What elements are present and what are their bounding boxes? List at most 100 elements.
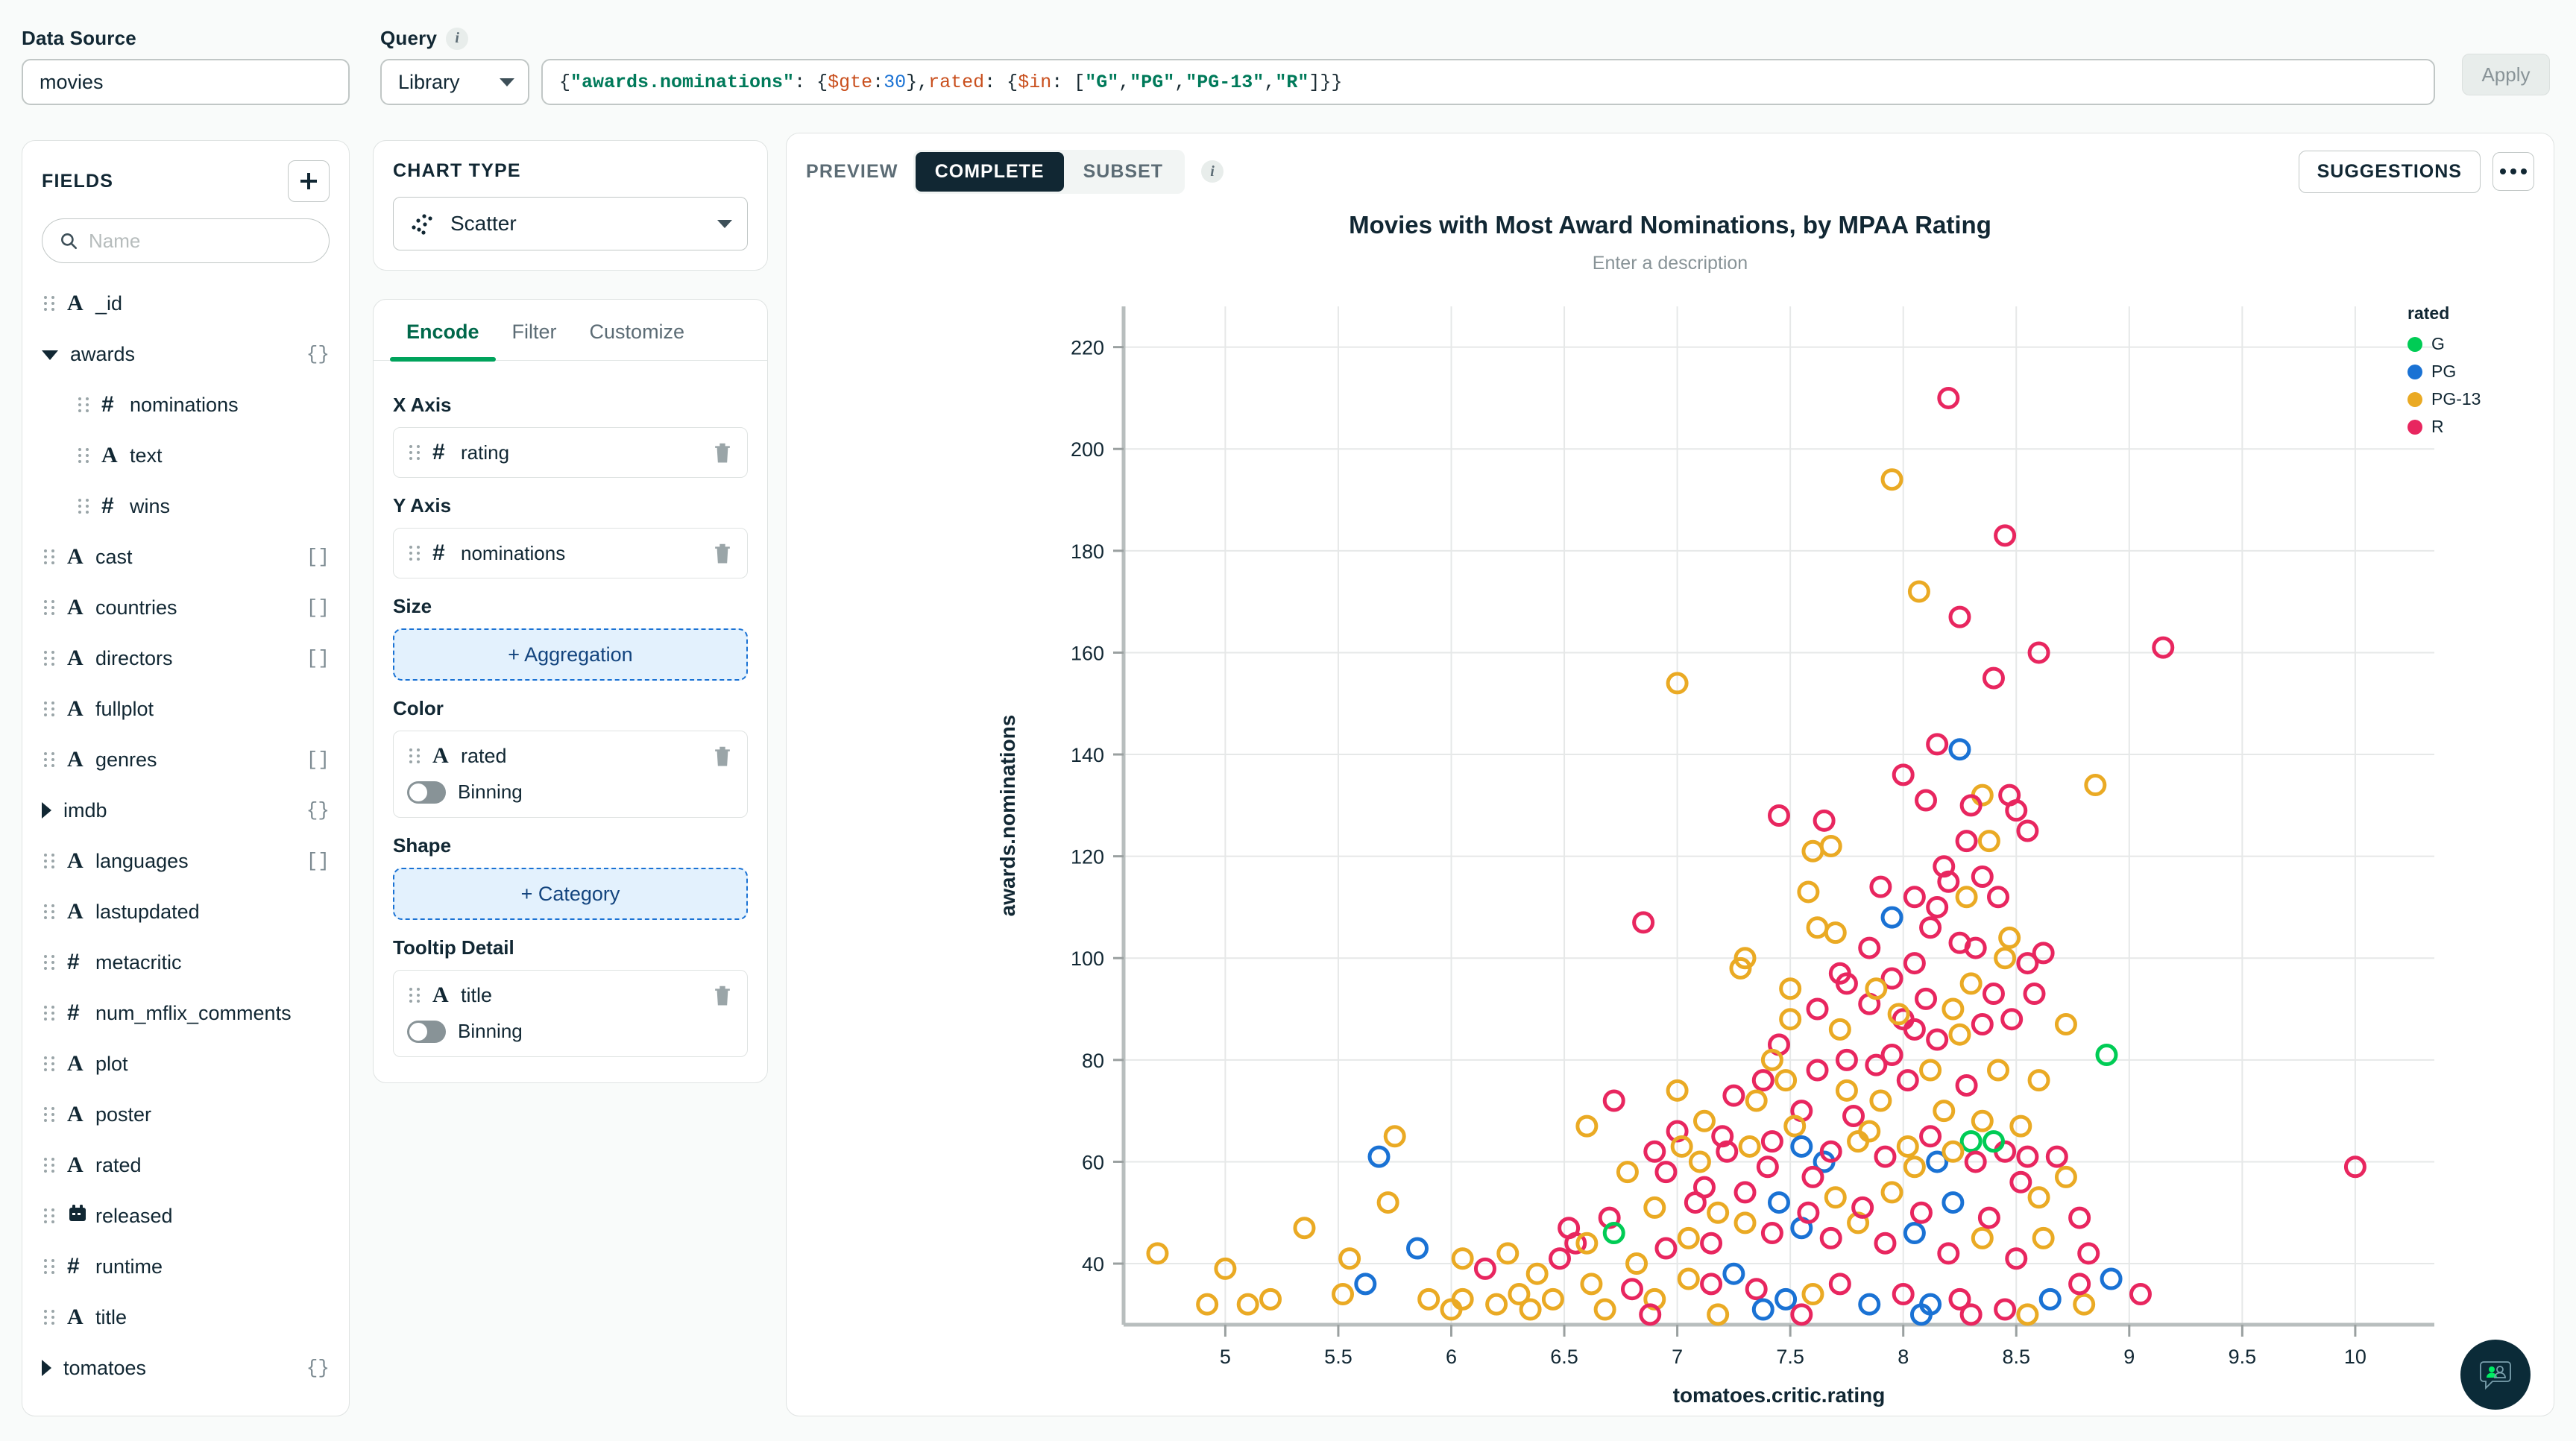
query-input[interactable]: {"awards.nominations": {$gte: 30}, rated…	[541, 59, 2435, 105]
scatter-point[interactable]	[1722, 1262, 1745, 1285]
scatter-point[interactable]	[1955, 1073, 1978, 1097]
drag-handle-icon[interactable]	[42, 750, 58, 769]
tab-encode[interactable]: Encode	[390, 300, 496, 362]
scatter-point[interactable]	[1955, 886, 1978, 909]
scatter-point[interactable]	[1806, 997, 1829, 1021]
scatter-point[interactable]	[1987, 886, 2010, 909]
scatter-point[interactable]	[1907, 580, 1930, 603]
scatter-point[interactable]	[1236, 1293, 1259, 1316]
chart-type-select[interactable]: Scatter	[393, 197, 748, 250]
drag-handle-icon[interactable]	[42, 953, 58, 972]
scatter-point[interactable]	[1451, 1287, 1474, 1311]
scatter-point[interactable]	[1926, 733, 1949, 756]
field-item-rated[interactable]: Arated	[22, 1140, 349, 1191]
scatter-point[interactable]	[1959, 794, 1983, 817]
data-source-input[interactable]: movies	[22, 59, 350, 105]
scatter-point[interactable]	[1977, 830, 2000, 853]
scatter-point[interactable]	[1819, 1226, 1842, 1249]
scatter-point[interactable]	[2027, 1186, 2050, 1209]
scatter-point[interactable]	[1874, 1145, 1897, 1168]
tooltip-binning-toggle[interactable]	[407, 1020, 446, 1043]
drag-handle-icon[interactable]	[42, 1105, 58, 1124]
add-field-button[interactable]	[288, 160, 330, 202]
field-item-poster[interactable]: Aposter	[22, 1089, 349, 1140]
scatter-point[interactable]	[1948, 738, 1971, 761]
drag-handle-icon[interactable]	[42, 598, 58, 617]
scatter-point[interactable]	[1593, 1298, 1616, 1321]
scatter-point[interactable]	[1654, 1237, 1678, 1260]
drag-handle-icon[interactable]	[42, 1155, 58, 1175]
scatter-point[interactable]	[1942, 1140, 1965, 1163]
chat-support-button[interactable]	[2460, 1340, 2531, 1410]
scatter-point[interactable]	[1801, 1165, 1824, 1188]
field-item-title[interactable]: Atitle	[22, 1292, 349, 1343]
field-item-cast[interactable]: Acast []	[22, 532, 349, 582]
scatter-point[interactable]	[1903, 952, 1926, 975]
drag-handle-icon[interactable]	[407, 443, 423, 462]
scatter-point[interactable]	[1654, 1161, 1678, 1184]
scatter-point[interactable]	[1332, 1283, 1355, 1306]
scatter-point[interactable]	[1937, 1242, 1960, 1265]
scatter-point[interactable]	[1707, 1201, 1730, 1224]
scatter-point[interactable]	[1874, 1232, 1897, 1255]
scatter-point[interactable]	[2000, 1008, 2024, 1031]
field-search-box[interactable]	[42, 218, 330, 263]
scatter-point[interactable]	[1887, 1003, 1910, 1026]
scatter-point[interactable]	[1987, 1059, 2010, 1082]
tooltip-field-pill[interactable]: A title	[407, 971, 734, 1015]
query-mode-select[interactable]: Library	[380, 59, 529, 105]
drag-handle-icon[interactable]	[42, 1054, 58, 1073]
scatter-point[interactable]	[1620, 1278, 1643, 1301]
scatter-point[interactable]	[1813, 809, 1836, 832]
color-binning-toggle[interactable]	[407, 781, 446, 804]
scatter-point[interactable]	[1919, 916, 1942, 939]
field-item-nominations[interactable]: # nominations	[22, 379, 349, 430]
scatter-point[interactable]	[1842, 1104, 1865, 1127]
field-item-plot[interactable]: Aplot	[22, 1038, 349, 1089]
drag-handle-icon[interactable]	[42, 294, 58, 313]
scatter-point[interactable]	[1933, 1100, 1956, 1123]
scatter-point[interactable]	[1959, 1303, 1983, 1326]
scatter-point[interactable]	[1417, 1287, 1440, 1311]
scatter-point[interactable]	[1367, 1145, 1391, 1168]
field-item-languages[interactable]: Alanguages []	[22, 836, 349, 886]
scatter-point[interactable]	[1451, 1247, 1474, 1270]
scatter-point[interactable]	[1880, 1181, 1903, 1204]
scatter-point[interactable]	[1819, 834, 1842, 857]
drag-handle-icon[interactable]	[42, 902, 58, 921]
drag-handle-icon[interactable]	[76, 395, 92, 414]
scatter-point[interactable]	[1548, 1247, 1571, 1270]
scatter-point[interactable]	[2009, 1114, 2032, 1138]
scatter-point[interactable]	[1880, 468, 1903, 491]
scatter-point[interactable]	[1722, 1084, 1745, 1107]
scatter-point[interactable]	[2073, 1293, 2096, 1316]
search-input[interactable]	[89, 229, 312, 253]
scatter-point[interactable]	[1602, 1089, 1625, 1112]
scatter-point[interactable]	[1354, 1273, 1377, 1296]
chart-description[interactable]: Enter a description	[787, 253, 2554, 274]
field-item-lastupdated[interactable]: Alastupdated	[22, 886, 349, 937]
scatter-point[interactable]	[2068, 1273, 2091, 1296]
shape-dropzone[interactable]: + Category	[393, 868, 748, 920]
x-axis-field-pill[interactable]: # rating	[393, 427, 748, 478]
scatter-point[interactable]	[1971, 865, 1994, 888]
scatter-point[interactable]	[1858, 936, 1881, 959]
delete-icon[interactable]	[711, 983, 734, 1007]
drag-handle-icon[interactable]	[42, 1257, 58, 1276]
scatter-point[interactable]	[2129, 1283, 2152, 1306]
scatter-point[interactable]	[1959, 1130, 1983, 1153]
scatter-point[interactable]	[1926, 895, 1949, 918]
scatter-point[interactable]	[1828, 1273, 1851, 1296]
scatter-point[interactable]	[1733, 1211, 1757, 1235]
legend-item-pg[interactable]: PG	[2407, 362, 2534, 382]
drag-handle-icon[interactable]	[42, 1003, 58, 1023]
scatter-point[interactable]	[1926, 1028, 1949, 1051]
legend-item-g[interactable]: G	[2407, 334, 2534, 354]
scatter-point[interactable]	[2068, 1206, 2091, 1229]
scatter-point[interactable]	[1751, 1298, 1774, 1321]
more-options-button[interactable]	[2492, 152, 2534, 191]
scatter-point[interactable]	[2152, 636, 2175, 659]
scatter-point[interactable]	[1948, 605, 1971, 628]
scatter-point[interactable]	[1955, 830, 1978, 853]
scatter-point[interactable]	[1760, 1222, 1783, 1245]
